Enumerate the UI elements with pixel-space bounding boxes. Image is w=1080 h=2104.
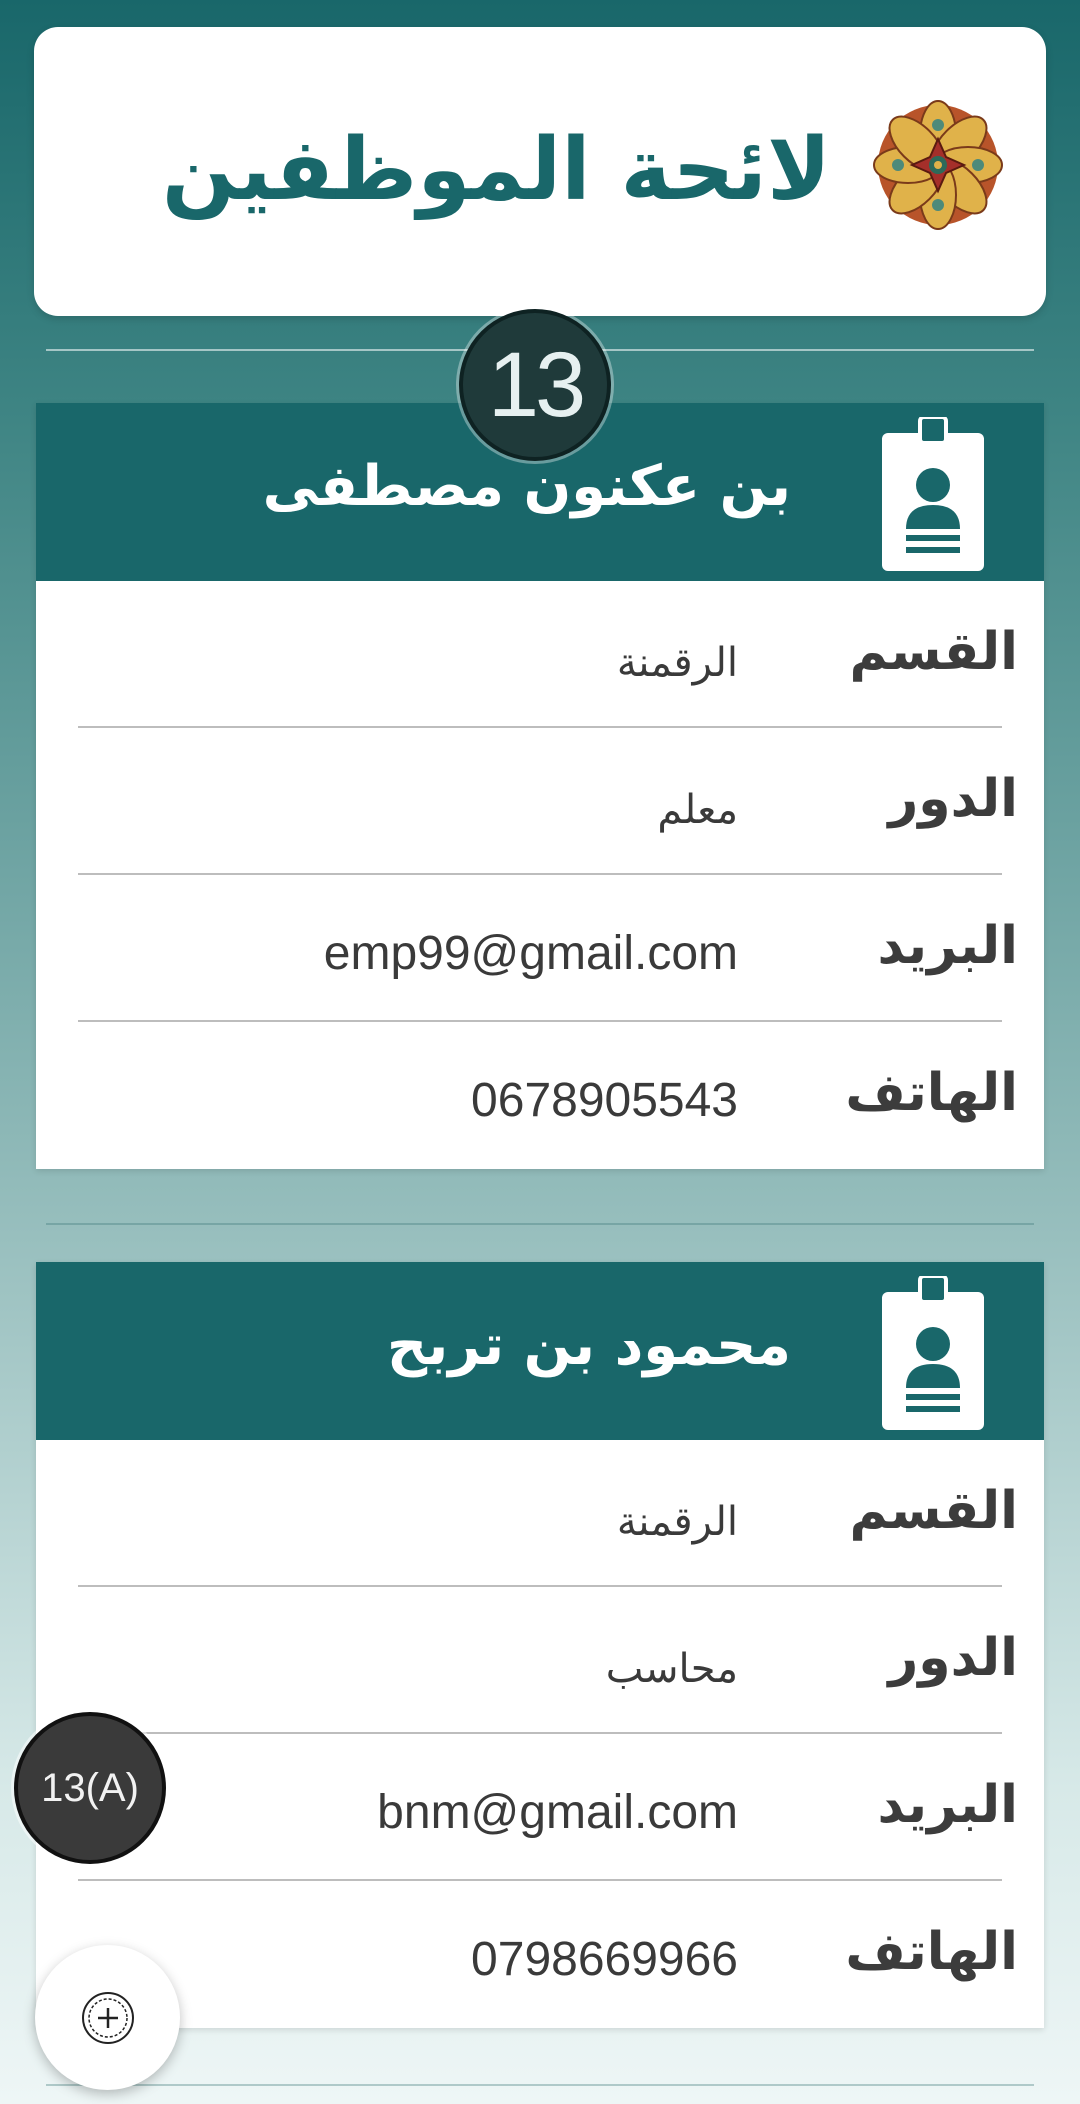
role-value: معلم [657, 787, 738, 833]
section-divider [46, 1223, 1034, 1225]
role-row: الدور محاسب [36, 1587, 1044, 1734]
id-badge-icon [882, 417, 984, 571]
page-title: لائحة الموظفين [161, 120, 831, 220]
department-label: القسم [849, 1481, 1018, 1541]
role-label: الدور [888, 769, 1018, 829]
role-label: الدور [888, 1628, 1018, 1688]
employee-card-header: محمود بن تربح [36, 1262, 1044, 1440]
employee-name: بن عكنون مصطفى [262, 454, 791, 519]
role-value: محاسب [605, 1646, 738, 1692]
employee-name: محمود بن تربح [386, 1313, 791, 1378]
department-value: الرقمنة [616, 640, 738, 686]
email-value[interactable]: emp99@gmail.com [324, 925, 738, 983]
phone-label: الهاتف [845, 1922, 1018, 1982]
islamic-star-ornament-icon [873, 100, 1003, 230]
department-row: القسم الرقمنة [36, 581, 1044, 728]
department-row: القسم الرقمنة [36, 1440, 1044, 1587]
employee-card[interactable]: محمود بن تربح القسم الرقمنة الدور محاسب … [36, 1262, 1044, 2028]
email-label: البريد [877, 916, 1019, 976]
add-circle-icon [81, 1991, 134, 2044]
phone-value[interactable]: 0798669966 [471, 1931, 738, 1989]
add-button[interactable] [35, 1945, 180, 2090]
email-label: البريد [877, 1775, 1019, 1835]
email-row: البريد bnm@gmail.com [36, 1734, 1044, 1881]
id-badge-icon [882, 1276, 984, 1430]
email-value[interactable]: bnm@gmail.com [377, 1784, 738, 1842]
phone-label: الهاتف [845, 1063, 1018, 1123]
employee-card[interactable]: بن عكنون مصطفى القسم الرقمنة الدور معلم … [36, 403, 1044, 1169]
department-value: الرقمنة [616, 1499, 738, 1545]
email-row: البريد emp99@gmail.com [36, 875, 1044, 1022]
role-row: الدور معلم [36, 728, 1044, 875]
section-divider [46, 2084, 1034, 2086]
phone-row: الهاتف 0798669966 [36, 1881, 1044, 2028]
phone-value[interactable]: 0678905543 [471, 1072, 738, 1130]
department-label: القسم [849, 622, 1018, 682]
title-card: لائحة الموظفين [34, 27, 1046, 316]
phone-row: الهاتف 0678905543 [36, 1022, 1044, 1169]
step-badge: 13 [459, 309, 611, 461]
step-badge-a: 13(A) [14, 1712, 166, 1864]
